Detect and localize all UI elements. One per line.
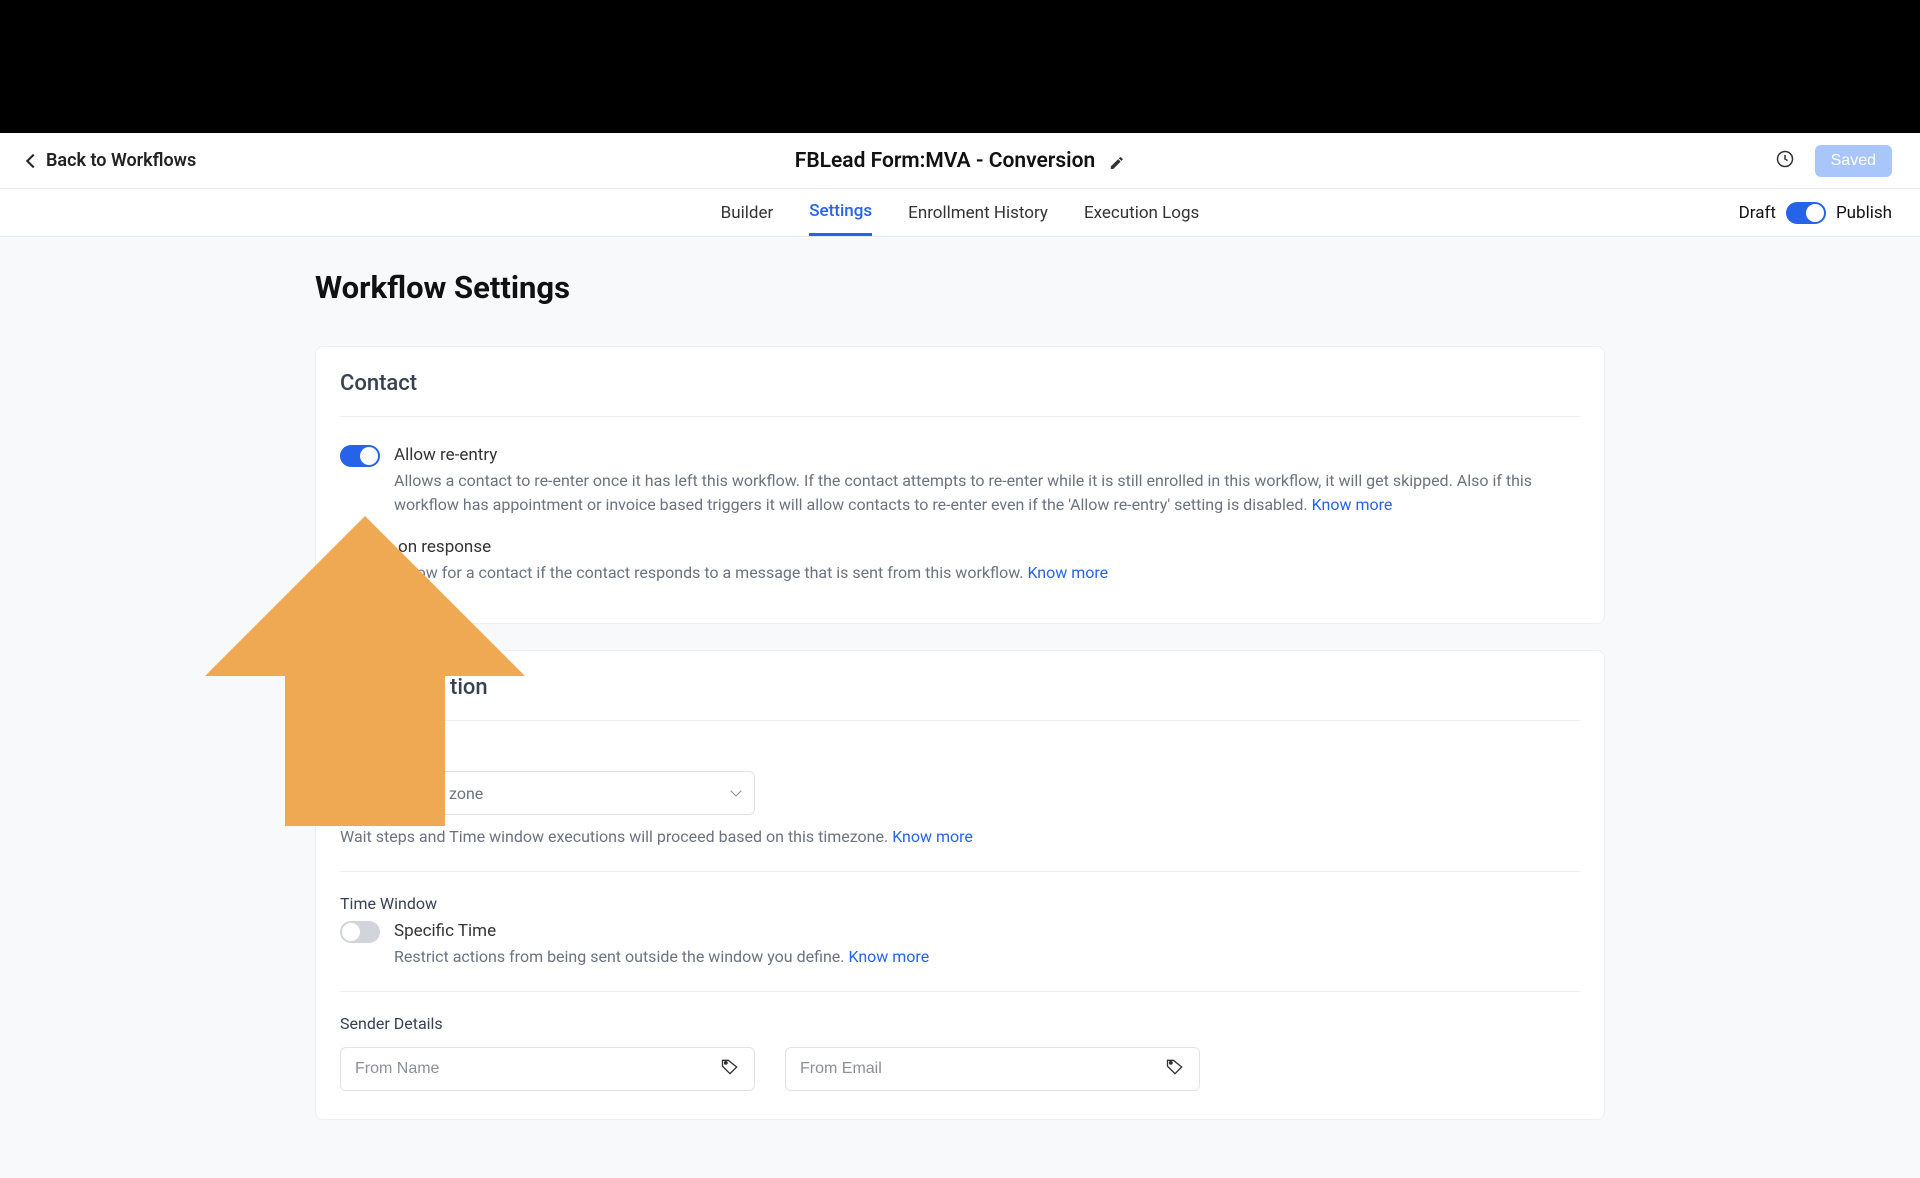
from-name-input-wrap <box>340 1047 755 1091</box>
specific-time-toggle[interactable] <box>340 921 380 943</box>
divider <box>340 871 1580 872</box>
workflow-title-wrap: FBLead Form:MVA - Conversion <box>795 149 1125 173</box>
timezone-selected: zone <box>355 784 483 803</box>
content: Workflow Settings Contact Allow re-entry… <box>0 237 1920 1178</box>
tag-icon[interactable] <box>720 1057 740 1081</box>
publish-label: Publish <box>1836 203 1892 223</box>
page-title: Workflow Settings <box>315 269 1605 306</box>
tab-enrollment-history[interactable]: Enrollment History <box>908 189 1048 236</box>
from-email-input[interactable] <box>800 1060 1165 1078</box>
tabs: Builder Settings Enrollment History Exec… <box>721 189 1200 236</box>
chevron-down-icon <box>730 785 741 796</box>
saved-button[interactable]: Saved <box>1815 145 1892 177</box>
allow-reentry-desc: Allows a contact to re-enter once it has… <box>394 469 1580 517</box>
topbar-right: Saved <box>1775 145 1892 177</box>
tag-icon[interactable] <box>1165 1057 1185 1081</box>
publish-toggle[interactable] <box>1786 202 1826 224</box>
specific-time-desc: Restrict actions from being sent outside… <box>394 945 1580 969</box>
stop-on-response-label: on response <box>394 537 1580 557</box>
communication-card: tion zone Wait steps and Time window exe… <box>315 650 1605 1120</box>
chevron-left-icon <box>26 153 40 167</box>
back-label: Back to Workflows <box>46 150 196 171</box>
stop-on-response-row: on response rkflow for a contact if the … <box>340 527 1580 595</box>
publish-controls: Draft Publish <box>1739 202 1892 224</box>
tab-execution-logs[interactable]: Execution Logs <box>1084 189 1199 236</box>
top-black-band <box>0 0 1920 133</box>
timezone-select[interactable]: zone <box>340 771 755 815</box>
allow-reentry-know-more[interactable]: Know more <box>1312 495 1393 514</box>
sender-details-label: Sender Details <box>340 1014 1580 1033</box>
specific-time-row: Specific Time Restrict actions from bein… <box>340 921 1580 969</box>
tab-settings[interactable]: Settings <box>809 189 872 236</box>
communication-card-title: tion <box>340 675 1580 721</box>
content-inner: Workflow Settings Contact Allow re-entry… <box>315 269 1605 1146</box>
topbar: Back to Workflows FBLead Form:MVA - Conv… <box>0 133 1920 189</box>
tabbar: Builder Settings Enrollment History Exec… <box>0 189 1920 237</box>
stop-on-response-know-more[interactable]: Know more <box>1027 563 1108 582</box>
time-window-label: Time Window <box>340 894 1580 913</box>
allow-reentry-toggle[interactable] <box>340 445 380 467</box>
specific-time-label: Specific Time <box>394 921 1580 941</box>
allow-reentry-row: Allow re-entry Allows a contact to re-en… <box>340 435 1580 527</box>
divider <box>340 991 1580 992</box>
from-name-input[interactable] <box>355 1060 720 1078</box>
back-to-workflows-link[interactable]: Back to Workflows <box>28 150 196 171</box>
timezone-desc: Wait steps and Time window executions wi… <box>340 825 1580 849</box>
contact-card-title: Contact <box>340 371 1580 417</box>
workflow-title: FBLead Form:MVA - Conversion <box>795 149 1095 173</box>
tab-builder[interactable]: Builder <box>721 189 774 236</box>
sender-inputs-row <box>340 1047 1580 1091</box>
contact-card: Contact Allow re-entry Allows a contact … <box>315 346 1605 624</box>
timezone-know-more[interactable]: Know more <box>892 827 973 846</box>
specific-time-know-more[interactable]: Know more <box>848 947 929 966</box>
draft-label: Draft <box>1739 203 1776 223</box>
stop-on-response-desc: rkflow for a contact if the contact resp… <box>394 561 1580 585</box>
edit-title-icon[interactable] <box>1109 153 1125 169</box>
allow-reentry-label: Allow re-entry <box>394 445 1580 465</box>
from-email-input-wrap <box>785 1047 1200 1091</box>
history-icon[interactable] <box>1775 149 1795 173</box>
